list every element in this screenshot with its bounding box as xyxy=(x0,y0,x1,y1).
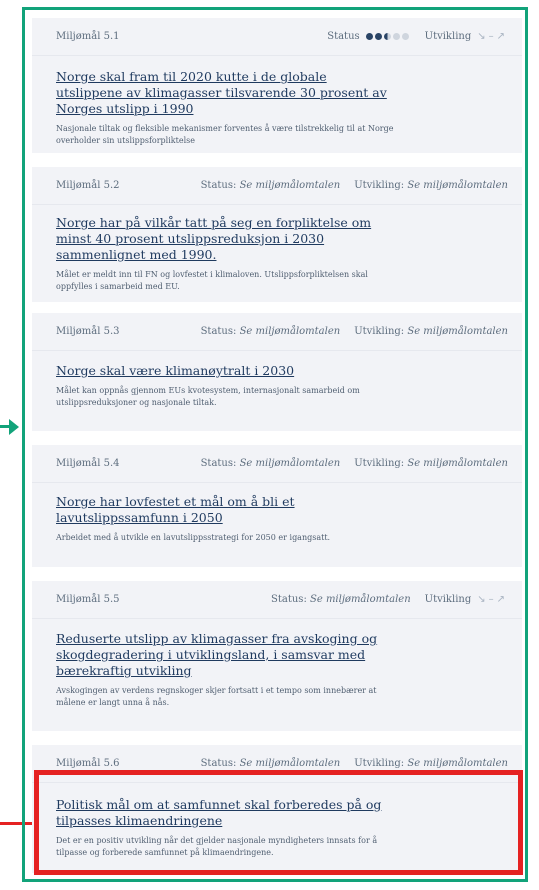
highlight-frame xyxy=(22,7,528,882)
selection-box xyxy=(34,770,523,875)
pointer-arrow-icon xyxy=(9,419,19,435)
